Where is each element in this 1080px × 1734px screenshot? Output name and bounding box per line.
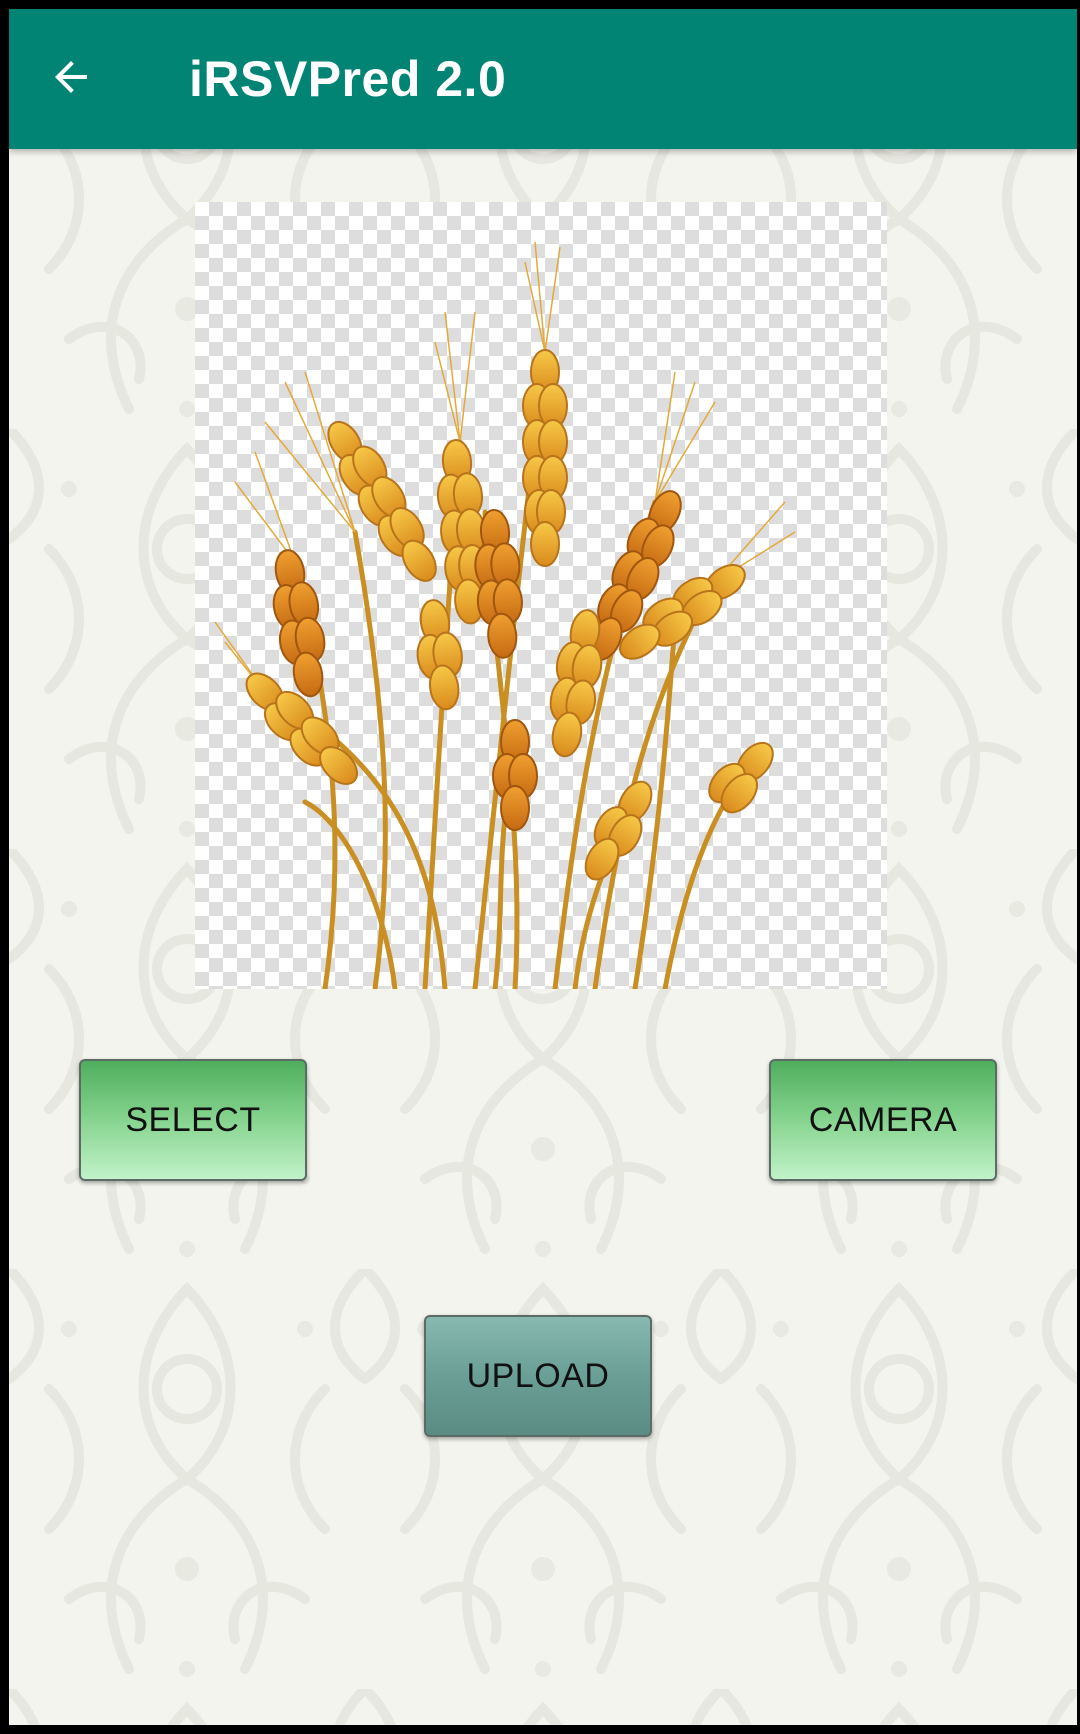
wheat-image-preview	[195, 202, 887, 989]
app-title: iRSVPred 2.0	[189, 51, 507, 107]
app-bar: iRSVPred 2.0	[9, 9, 1077, 149]
camera-button[interactable]: CAMERA	[769, 1059, 997, 1181]
back-button[interactable]	[39, 45, 103, 109]
device-frame: iRSVPred 2.0 SELECT CAMERA UPLOAD	[0, 0, 1080, 1734]
arrow-back-icon	[55, 61, 87, 93]
select-button[interactable]: SELECT	[79, 1059, 307, 1181]
app-screen: iRSVPred 2.0 SELECT CAMERA UPLOAD	[9, 9, 1077, 1725]
upload-button[interactable]: UPLOAD	[424, 1315, 652, 1437]
wheat-ears-image	[214, 241, 796, 989]
